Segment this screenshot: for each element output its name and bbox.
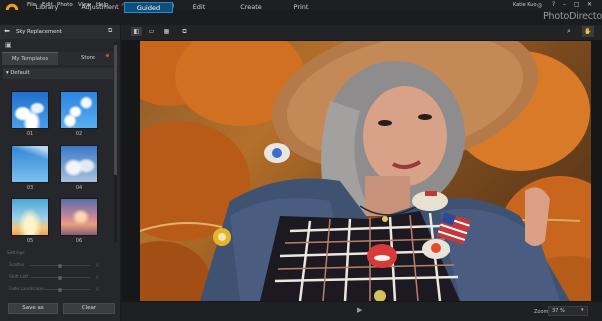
setting-value: 0 — [96, 275, 99, 280]
dual-monitor-icon[interactable]: ⧉ — [179, 27, 190, 36]
photo-preview[interactable] — [140, 41, 591, 301]
grid-view-icon[interactable]: ▦ — [161, 27, 172, 36]
minimize-icon[interactable]: – — [563, 1, 566, 8]
user-icon[interactable]: ◎ — [537, 2, 542, 9]
setting-label: Scatter — [9, 263, 25, 268]
thumbnail-label: 04 — [75, 185, 83, 191]
expand-panel-icon[interactable]: ⧉ — [108, 27, 112, 35]
compare-side-by-side-icon[interactable]: ◧ — [131, 27, 142, 36]
section-default[interactable]: ▾ Default — [3, 68, 113, 79]
tab-edit[interactable]: Edit — [184, 2, 214, 13]
help-icon[interactable]: ? — [552, 1, 555, 8]
thumbnail-label: 06 — [75, 238, 83, 244]
tab-print[interactable]: Print — [286, 2, 316, 13]
user-name[interactable]: Katie Kuo — [513, 2, 537, 8]
setting-label: Shift Left — [9, 275, 29, 280]
tab-create[interactable]: Create — [234, 2, 268, 13]
section-label: Default — [10, 70, 30, 76]
close-icon[interactable]: ✕ — [587, 1, 592, 8]
sky-template-thumbnail[interactable] — [60, 145, 98, 183]
tab-store[interactable]: Store — [58, 52, 118, 65]
back-arrow-icon[interactable]: ⬅ — [4, 27, 10, 35]
chevron-down-icon[interactable]: ▾ — [581, 307, 584, 313]
slider-knob[interactable] — [58, 287, 62, 292]
sky-template-thumbnail[interactable] — [11, 91, 49, 129]
photo-illustration — [140, 41, 591, 301]
sky-template-thumbnail[interactable] — [11, 198, 49, 236]
sky-template-thumbnail[interactable] — [60, 91, 98, 129]
slider-knob[interactable] — [58, 275, 62, 280]
tab-guided[interactable]: Guided — [124, 2, 173, 13]
maximize-icon[interactable]: □ — [574, 1, 580, 8]
panel-header: ⬅ Sky Replacement ⧉ — [0, 25, 120, 39]
brand-name: PhotoDirector — [543, 11, 602, 22]
canvas-toolbar — [121, 25, 602, 40]
store-new-dot — [106, 53, 109, 57]
image-preview-icon[interactable]: ▣ — [5, 41, 12, 49]
clear-button[interactable]: Clear — [63, 303, 115, 314]
thumbnail-label: 03 — [26, 185, 34, 191]
sky-template-thumbnail[interactable] — [60, 198, 98, 236]
thumbnail-label: 02 — [75, 131, 83, 137]
setting-value: 0 — [96, 287, 99, 292]
settings-title: Settings — [7, 251, 25, 256]
compare-split-icon[interactable]: ▭ — [146, 27, 157, 36]
thumbnail-label: 01 — [26, 131, 34, 137]
scrollbar-thumb[interactable] — [114, 45, 117, 175]
panel-title: Sky Replacement — [16, 28, 62, 35]
tab-library[interactable]: Library — [29, 2, 65, 13]
save-as-button[interactable]: Save as — [8, 303, 58, 314]
tab-my-templates[interactable]: My Templates — [2, 52, 58, 65]
sky-template-thumbnail[interactable] — [11, 145, 49, 183]
thumbnail-label: 05 — [26, 238, 34, 244]
hand-icon[interactable]: ✋ — [582, 26, 594, 37]
settings-area: Settings Scatter 0 Shift Left 0 Fade Lan… — [0, 245, 120, 295]
play-icon[interactable]: ▶ — [357, 306, 362, 314]
tab-adjustment[interactable]: Adjustment — [78, 2, 122, 13]
magnifier-icon[interactable]: ⌕ — [567, 27, 571, 36]
setting-value: 0 — [96, 263, 99, 268]
slider-knob[interactable] — [58, 263, 62, 268]
template-tabs: My Templates Store — [0, 52, 120, 65]
